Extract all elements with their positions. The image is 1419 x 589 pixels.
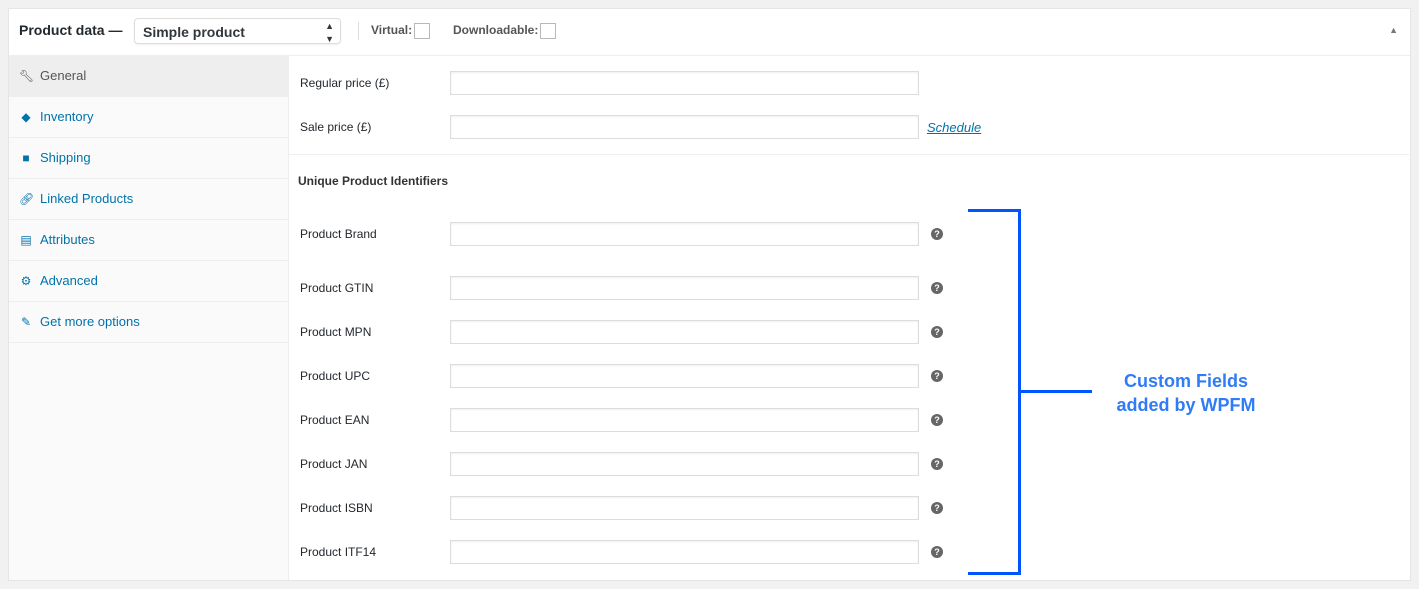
annotation-line-1: Custom Fields [1123,371,1248,391]
help-icon[interactable]: ? [931,228,943,240]
downloadable-option[interactable]: Downloadable: [453,23,557,39]
tag-icon: ◆ [21,110,31,124]
bracket-bottom [968,572,1021,575]
plugin-icon: ✎ [20,315,32,329]
tab-attributes[interactable]: ▤ Attributes [9,220,288,261]
tab-label: Advanced [40,273,98,288]
identifier-input[interactable] [450,276,919,300]
schedule-link[interactable]: Schedule [927,120,981,135]
product-data-tabs: 🔧︎ General ◆ Inventory ■ Shipping 🔗︎ Linked … [9,56,289,580]
sale-price-input[interactable] [450,115,919,139]
divider [358,22,359,40]
tab-label: Linked Products [40,191,134,206]
identifier-input[interactable] [450,222,919,246]
truck-icon: ■ [22,151,30,165]
list-icon: ▤ [20,233,32,247]
regular-price-label: Regular price (£) [300,76,390,90]
help-icon[interactable]: ? [931,502,943,514]
identifier-label: Product UPC [300,369,371,383]
tab-general[interactable]: 🔧︎ General [9,56,288,97]
tab-label: Attributes [40,232,95,247]
identifier-input[interactable] [450,496,919,520]
identifier-input[interactable] [450,540,919,564]
panel-header: Product data — Simple product ▲ ▼ Virtual:… [9,9,1410,56]
tab-label: Inventory [40,109,94,124]
link-icon: 🔗︎ [19,192,35,206]
wrench-icon: 🔧︎ [19,69,35,83]
tab-inventory[interactable]: ◆ Inventory [9,97,288,138]
help-icon[interactable]: ? [931,414,943,426]
select-arrows-icon: ▲ ▼ [325,21,334,44]
help-icon[interactable]: ? [931,282,943,294]
identifier-input[interactable] [450,452,919,476]
downloadable-checkbox[interactable] [540,23,557,39]
help-icon[interactable]: ? [931,546,943,558]
virtual-checkbox[interactable] [414,23,431,39]
identifier-label: Product GTIN [300,281,374,295]
panel-title: Product data — [19,22,123,38]
collapse-toggle-icon[interactable]: ▲ [1389,25,1398,35]
help-icon[interactable]: ? [931,326,943,338]
annotation-text: Custom Fields added by WPFM [1086,369,1286,417]
identifier-label: Product ITF14 [300,545,377,559]
tab-linked-products[interactable]: 🔗︎ Linked Products [9,179,288,220]
tab-label: Shipping [40,150,91,165]
gear-icon: ⚙ [20,274,32,288]
identifier-label: Product EAN [300,413,370,427]
tab-label: General [40,68,87,83]
identifier-label: Product Brand [300,227,377,241]
bracket-top [968,209,1021,212]
virtual-option[interactable]: Virtual: [371,23,431,39]
identifier-label: Product MPN [300,325,372,339]
help-icon[interactable]: ? [931,370,943,382]
tab-advanced[interactable]: ⚙ Advanced [9,261,288,302]
identifier-label: Product JAN [300,457,368,471]
virtual-label: Virtual: [371,23,413,38]
identifier-input[interactable] [450,364,919,388]
section-divider [288,154,1409,155]
tab-label: Get more options [40,314,140,329]
identifier-label: Product ISBN [300,501,373,515]
help-icon[interactable]: ? [931,458,943,470]
downloadable-label: Downloadable: [453,23,539,38]
product-type-value: Simple product [143,24,245,40]
product-type-select[interactable]: Simple product ▲ ▼ [134,18,341,44]
section-heading: Unique Product Identifiers [298,174,449,188]
sale-price-label: Sale price (£) [300,120,372,134]
tab-get-more-options[interactable]: ✎ Get more options [9,302,288,343]
annotation-line-2: added by WPFM [1116,395,1256,415]
identifier-input[interactable] [450,320,919,344]
bracket-pointer [1018,390,1092,393]
regular-price-input[interactable] [450,71,919,95]
identifier-input[interactable] [450,408,919,432]
tab-shipping[interactable]: ■ Shipping [9,138,288,179]
